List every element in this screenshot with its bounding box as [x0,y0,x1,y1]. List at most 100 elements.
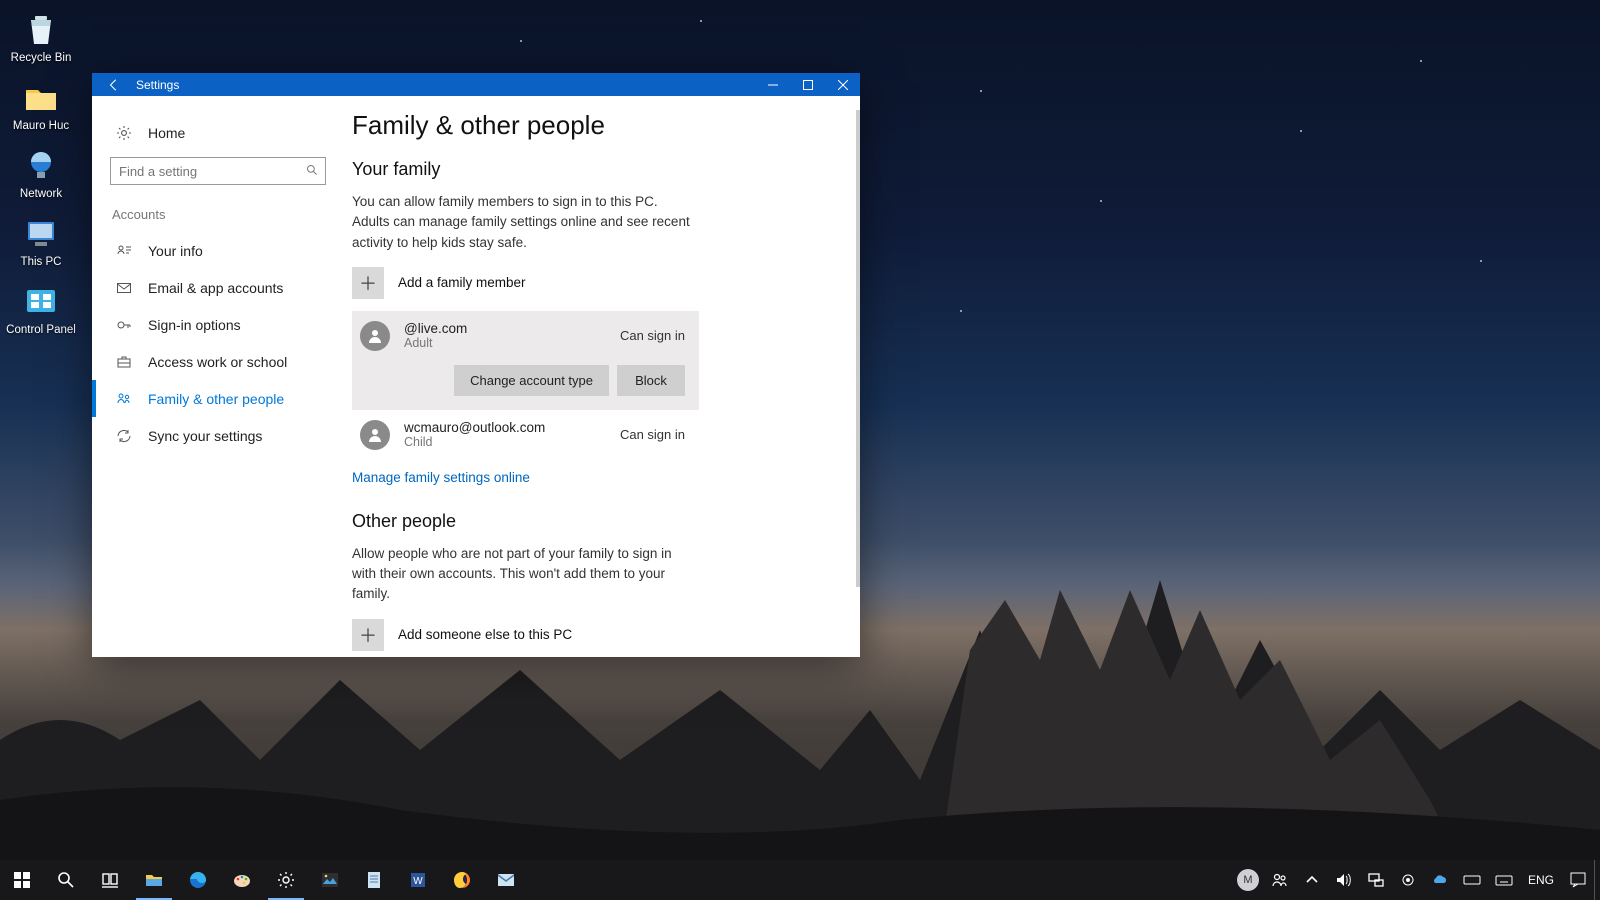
member-email: @live.com [404,321,620,336]
desktop-icons: Recycle Bin Mauro Huc Network This PC Co… [4,6,84,346]
sidebar-home[interactable]: Home [92,114,344,151]
network-icon [23,148,59,184]
start-button[interactable] [0,860,44,900]
minimize-button[interactable] [755,73,790,96]
back-button[interactable] [92,73,136,96]
sidebar-item-family[interactable]: Family & other people [92,380,344,417]
sidebar-item-label: Access work or school [148,354,287,370]
family-member-row[interactable]: @live.com Adult Can sign in Change accou… [352,311,699,410]
desktop-icon-label: Recycle Bin [11,52,72,64]
tray-onedrive-icon[interactable] [1424,860,1456,900]
key-icon [116,317,132,333]
control-panel-icon [23,284,59,320]
desktop-icon-label: Mauro Huc [13,120,69,132]
taskbar-app-firefox[interactable] [440,860,484,900]
plus-icon: ＋ [352,619,384,651]
change-account-type-button[interactable]: Change account type [454,365,609,396]
family-member-row[interactable]: wcmauro@outlook.com Child Can sign in [352,410,699,460]
taskbar: W M ENG [0,860,1600,900]
taskview-button[interactable] [88,860,132,900]
other-heading: Other people [352,511,834,532]
sidebar-home-label: Home [148,125,185,141]
sidebar-item-access-work[interactable]: Access work or school [92,343,344,380]
sidebar-item-label: Sync your settings [148,428,262,444]
block-button[interactable]: Block [617,365,685,396]
tray-volume-icon[interactable] [1328,860,1360,900]
desktop-icon-label: Control Panel [6,324,76,336]
add-family-member[interactable]: ＋ Add a family member [352,267,699,299]
sidebar-item-label: Family & other people [148,391,284,407]
tray-people[interactable] [1264,860,1296,900]
window-title: Settings [136,78,755,92]
search-icon [306,163,318,181]
desktop-icon-recycle-bin[interactable]: Recycle Bin [4,6,78,74]
manage-family-link[interactable]: Manage family settings online [352,470,530,485]
tray-user[interactable]: M [1232,860,1264,900]
user-folder-icon [23,80,59,116]
avatar-icon [360,420,390,450]
people-icon [116,391,132,407]
desktop-icon-network[interactable]: Network [4,142,78,210]
taskbar-app-notepad[interactable] [352,860,396,900]
taskbar-app-explorer[interactable] [132,860,176,900]
mail-icon [116,280,132,296]
add-other-user[interactable]: ＋ Add someone else to this PC [352,619,834,651]
tray-language[interactable]: ENG [1520,873,1562,887]
sidebar-item-sync[interactable]: Sync your settings [92,417,344,454]
user-avatar-icon: M [1237,869,1259,891]
this-pc-icon [23,216,59,252]
briefcase-icon [116,354,132,370]
close-button[interactable] [825,73,860,96]
taskbar-app-edge[interactable] [176,860,220,900]
taskbar-app-paint[interactable] [220,860,264,900]
svg-text:W: W [413,876,423,887]
member-email: wcmauro@outlook.com [404,420,620,435]
page-title: Family & other people [352,110,834,141]
member-status: Can sign in [620,328,691,343]
tray-action-center-icon[interactable] [1562,860,1594,900]
recycle-bin-icon [23,12,59,48]
sidebar: Home Accounts Your info Email & app acco… [92,96,344,657]
titlebar[interactable]: Settings [92,73,860,96]
sidebar-item-label: Email & app accounts [148,280,283,296]
sidebar-item-email-accounts[interactable]: Email & app accounts [92,269,344,306]
sidebar-item-your-info[interactable]: Your info [92,232,344,269]
show-desktop-button[interactable] [1594,860,1600,900]
family-description: You can allow family members to sign in … [352,192,692,253]
scrollbar[interactable] [856,110,860,587]
tray-input-icon[interactable] [1456,860,1488,900]
maximize-button[interactable] [790,73,825,96]
desktop-icon-this-pc[interactable]: This PC [4,210,78,278]
member-role: Adult [404,336,620,350]
taskbar-app-word[interactable]: W [396,860,440,900]
taskbar-app-mail[interactable] [484,860,528,900]
tray-location-icon[interactable] [1392,860,1424,900]
sidebar-item-signin-options[interactable]: Sign-in options [92,306,344,343]
plus-icon: ＋ [352,267,384,299]
desktop-icon-control-panel[interactable]: Control Panel [4,278,78,346]
taskbar-app-photos[interactable] [308,860,352,900]
sidebar-section-label: Accounts [92,199,344,232]
other-description: Allow people who are not part of your fa… [352,544,692,605]
add-other-label: Add someone else to this PC [398,627,572,642]
search-input[interactable] [110,157,326,185]
sync-icon [116,428,132,444]
taskbar-app-settings[interactable] [264,860,308,900]
desktop-icon-label: This PC [21,256,62,268]
gear-icon [116,125,132,141]
add-family-label: Add a family member [398,275,526,290]
avatar-icon [360,321,390,351]
settings-window: Settings Home Accounts [92,73,860,657]
person-card-icon [116,243,132,259]
search-button[interactable] [44,860,88,900]
member-role: Child [404,435,620,449]
tray-keyboard-icon[interactable] [1488,860,1520,900]
family-heading: Your family [352,159,834,180]
sidebar-item-label: Your info [148,243,203,259]
desktop-icon-user-folder[interactable]: Mauro Huc [4,74,78,142]
member-status: Can sign in [620,427,691,442]
tray-network-icon[interactable] [1360,860,1392,900]
sidebar-item-label: Sign-in options [148,317,241,333]
tray-chevron-up[interactable] [1296,860,1328,900]
desktop-icon-label: Network [20,188,62,200]
